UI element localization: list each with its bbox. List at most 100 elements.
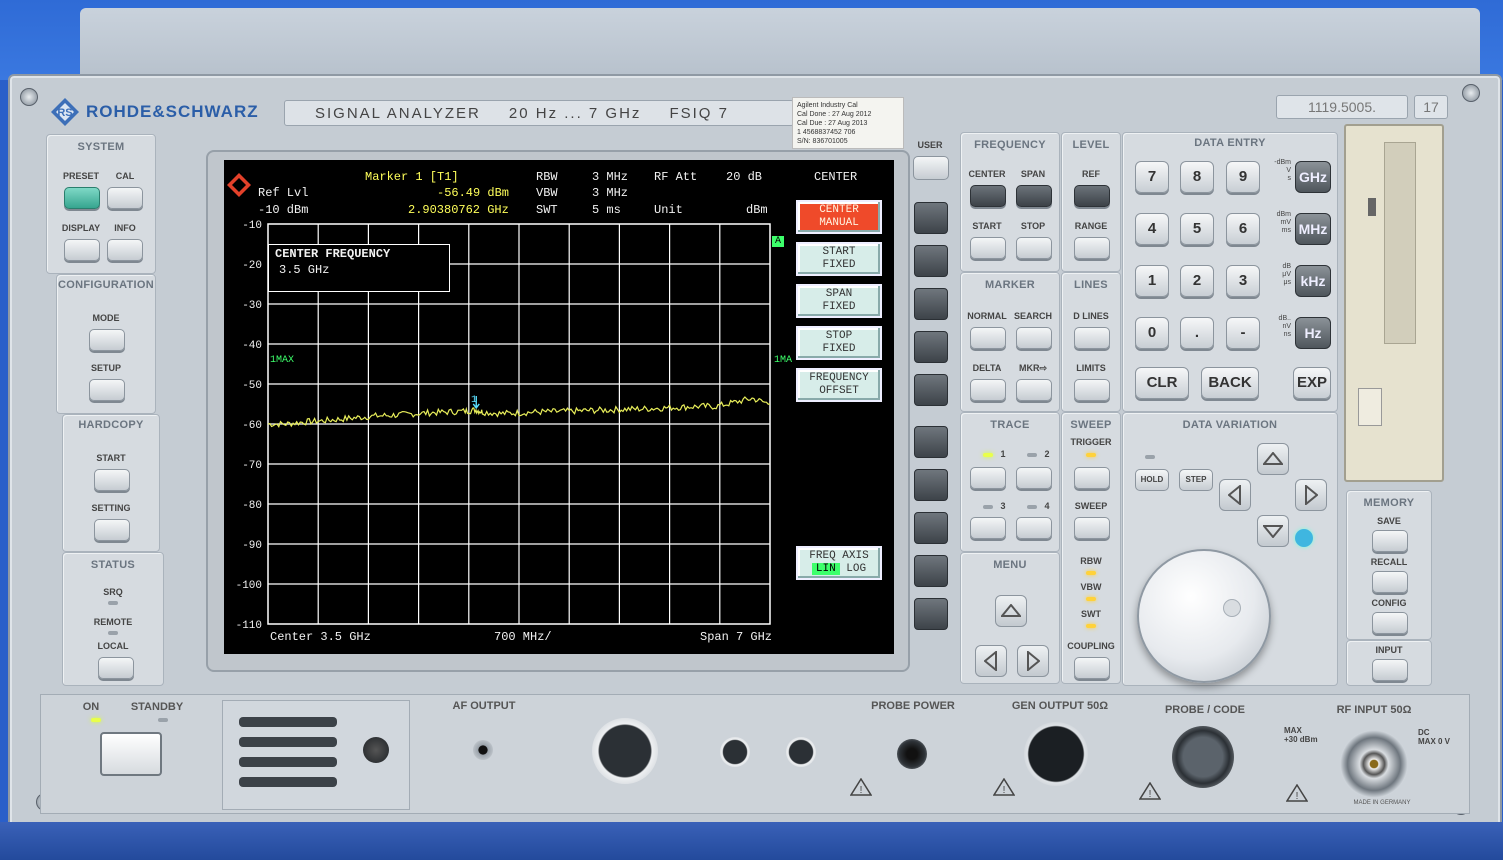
config-button[interactable] <box>1372 612 1408 634</box>
key-minus[interactable]: - <box>1226 317 1260 349</box>
variation-right-button[interactable] <box>1295 479 1327 511</box>
side-softkey-10[interactable] <box>914 598 948 630</box>
sweep-button[interactable] <box>1074 517 1110 539</box>
softkey-start-fixed[interactable]: START FIXED <box>796 242 882 276</box>
key-decimal[interactable]: . <box>1180 317 1214 349</box>
probe-code-connector[interactable] <box>1172 726 1234 788</box>
ref-button[interactable] <box>1074 185 1110 207</box>
key-5[interactable]: 5 <box>1180 213 1214 245</box>
save-button[interactable] <box>1372 530 1408 552</box>
dlines-button[interactable] <box>1074 327 1110 349</box>
span-button[interactable] <box>1016 185 1052 207</box>
side-softkey-7[interactable] <box>914 469 948 501</box>
mode-button[interactable] <box>89 329 125 351</box>
mkr-to-button[interactable] <box>1016 379 1052 401</box>
trace-4-label: 4 <box>1044 501 1050 511</box>
trace-1-button[interactable] <box>970 467 1006 489</box>
coupling-button[interactable] <box>1074 657 1110 679</box>
key-9[interactable]: 9 <box>1226 161 1260 193</box>
power-switch[interactable] <box>100 732 162 776</box>
mhz-button[interactable]: MHz <box>1295 213 1331 245</box>
range-button[interactable] <box>1074 237 1110 259</box>
side-softkey-6[interactable] <box>914 426 948 458</box>
key-0[interactable]: 0 <box>1135 317 1169 349</box>
ref-level-value: -10 dBm <box>258 203 309 217</box>
af-output-jack[interactable] <box>473 740 493 760</box>
rotary-knob[interactable] <box>1137 549 1271 683</box>
key-7[interactable]: 7 <box>1135 161 1169 193</box>
aux-knob[interactable] <box>720 737 750 767</box>
key-8[interactable]: 8 <box>1180 161 1214 193</box>
trigger-button[interactable] <box>1074 467 1110 489</box>
user-button[interactable] <box>913 156 949 180</box>
stop-button[interactable] <box>1016 237 1052 259</box>
probe-power-connector[interactable] <box>897 739 927 769</box>
rf-input-connector[interactable] <box>1340 730 1408 798</box>
info-button[interactable] <box>107 239 143 261</box>
delta-button[interactable] <box>970 379 1006 401</box>
hz-button[interactable]: Hz <box>1295 317 1331 349</box>
key-1[interactable]: 1 <box>1135 265 1169 297</box>
softkey-span-fixed[interactable]: SPAN FIXED <box>796 284 882 318</box>
cal-button[interactable] <box>107 187 143 209</box>
aux-knob[interactable] <box>786 737 816 767</box>
menu-right-button[interactable] <box>1017 645 1049 677</box>
center-button[interactable] <box>970 185 1006 207</box>
trace-4-button[interactable] <box>1016 517 1052 539</box>
volume-knob[interactable] <box>363 737 389 763</box>
key-4[interactable]: 4 <box>1135 213 1169 245</box>
y-tick-label: -10 <box>242 220 262 232</box>
normal-button[interactable] <box>970 327 1006 349</box>
side-softkey-8[interactable] <box>914 512 948 544</box>
side-softkey-2[interactable] <box>914 245 948 277</box>
side-softkey-9[interactable] <box>914 555 948 587</box>
local-button[interactable] <box>98 657 134 679</box>
start-button[interactable] <box>970 237 1006 259</box>
swt-led <box>1086 624 1096 628</box>
khz-button[interactable]: kHz <box>1295 265 1331 297</box>
back-button[interactable]: BACK <box>1201 367 1259 399</box>
side-softkey-1[interactable] <box>914 202 948 234</box>
ghz-button[interactable]: GHz <box>1295 161 1331 193</box>
step-button[interactable]: STEP <box>1179 469 1213 491</box>
trace-2-button[interactable] <box>1016 467 1052 489</box>
side-softkey-3[interactable] <box>914 288 948 320</box>
floppy-eject-button[interactable] <box>1358 388 1382 426</box>
menu-left-button[interactable] <box>975 645 1007 677</box>
softkey-freq-axis[interactable]: FREQ AXIS LIN LOG <box>796 546 882 580</box>
side-softkey-5[interactable] <box>914 374 948 406</box>
info-label: INFO <box>114 223 136 233</box>
softkey-center-manual[interactable]: CENTER MANUAL <box>796 200 882 234</box>
variation-down-button[interactable] <box>1257 515 1289 547</box>
brand-logo: RS ROHDE&SCHWARZ <box>50 97 280 127</box>
gen-output-connector[interactable] <box>1024 722 1088 786</box>
system-panel: SYSTEM PRESET CAL DISPLAY INFO <box>46 134 156 274</box>
memory-input-button[interactable] <box>1372 659 1408 681</box>
exp-button[interactable]: EXP <box>1293 367 1331 399</box>
speaker-grille-slot <box>239 717 337 727</box>
menu-up-button[interactable] <box>995 595 1027 627</box>
clr-button[interactable]: CLR <box>1135 367 1189 399</box>
key-3[interactable]: 3 <box>1226 265 1260 297</box>
softkey-stop-fixed[interactable]: STOP FIXED <box>796 326 882 360</box>
hold-button[interactable]: HOLD <box>1135 469 1169 491</box>
search-button[interactable] <box>1016 327 1052 349</box>
key-2[interactable]: 2 <box>1180 265 1214 297</box>
y-tick-label: -100 <box>236 580 262 592</box>
large-knob[interactable] <box>592 718 658 784</box>
vbw-label: VBW <box>536 186 558 200</box>
softkey-frequency-offset[interactable]: FREQUENCY OFFSET <box>796 368 882 402</box>
key-6[interactable]: 6 <box>1226 213 1260 245</box>
limits-button[interactable] <box>1074 379 1110 401</box>
setup-button[interactable] <box>89 379 125 401</box>
preset-button[interactable] <box>64 187 100 209</box>
hardcopy-start-button[interactable] <box>94 469 130 491</box>
variation-left-button[interactable] <box>1219 479 1251 511</box>
hardcopy-setting-button[interactable] <box>94 519 130 541</box>
floppy-slot <box>1384 142 1416 344</box>
recall-button[interactable] <box>1372 571 1408 593</box>
variation-up-button[interactable] <box>1257 443 1289 475</box>
display-button[interactable] <box>64 239 100 261</box>
side-softkey-4[interactable] <box>914 331 948 363</box>
trace-3-button[interactable] <box>970 517 1006 539</box>
